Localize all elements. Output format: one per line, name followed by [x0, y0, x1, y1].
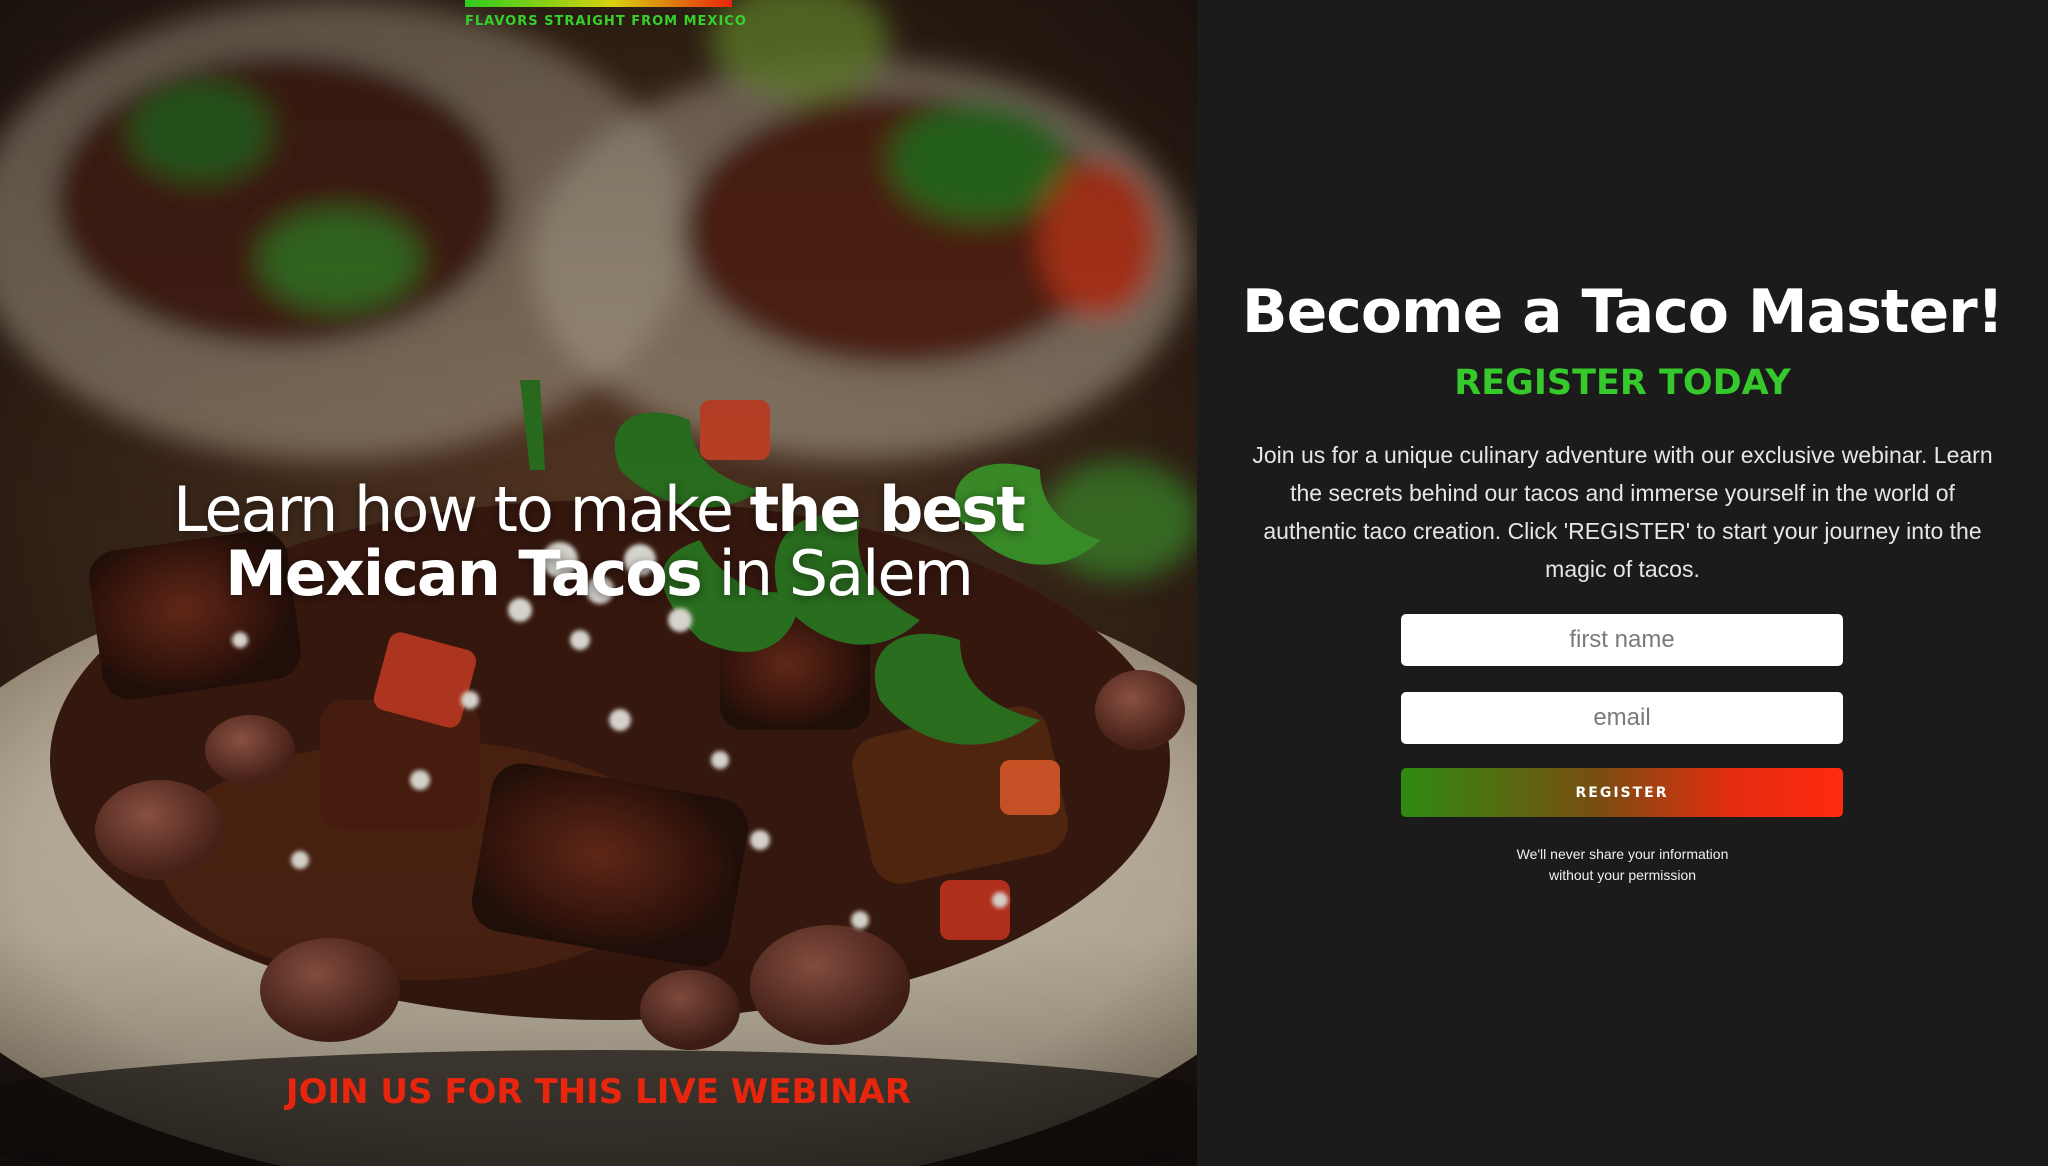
panel-title: Become a Taco Master! — [1241, 277, 2004, 347]
registration-form: REGISTER — [1401, 614, 1843, 817]
landing-page: FLAVORS STRAIGHT FROM MEXICO Learn how t… — [0, 0, 2048, 1166]
register-button[interactable]: REGISTER — [1401, 768, 1843, 817]
hero-headline: Learn how to make the best Mexican Tacos… — [60, 478, 1137, 606]
headline-part-2: the best — [749, 473, 1026, 546]
brand-tagline: FLAVORS STRAIGHT FROM MEXICO — [465, 14, 747, 29]
email-input[interactable] — [1401, 692, 1843, 744]
hero-section: FLAVORS STRAIGHT FROM MEXICO Learn how t… — [0, 0, 1197, 1166]
webinar-banner: JOIN US FOR THIS LIVE WEBINAR — [285, 1072, 912, 1112]
brand-gradient-bar — [465, 0, 732, 7]
privacy-line-2: without your permission — [1548, 867, 1697, 883]
headline-part-3: Mexican Tacos — [225, 537, 703, 610]
headline-part-4: in Salem — [700, 537, 974, 610]
headline-part-1: Learn how to make — [173, 473, 750, 546]
panel-description: Join us for a unique culinary adventure … — [1252, 442, 1993, 582]
first-name-input[interactable] — [1401, 614, 1843, 666]
registration-panel: Become a Taco Master! REGISTER TODAY Joi… — [1197, 0, 2048, 1166]
privacy-line-1: We'll never share your information — [1516, 846, 1729, 862]
panel-subtitle: REGISTER TODAY — [1454, 363, 1791, 403]
privacy-note: We'll never share your information witho… — [1197, 844, 2048, 886]
